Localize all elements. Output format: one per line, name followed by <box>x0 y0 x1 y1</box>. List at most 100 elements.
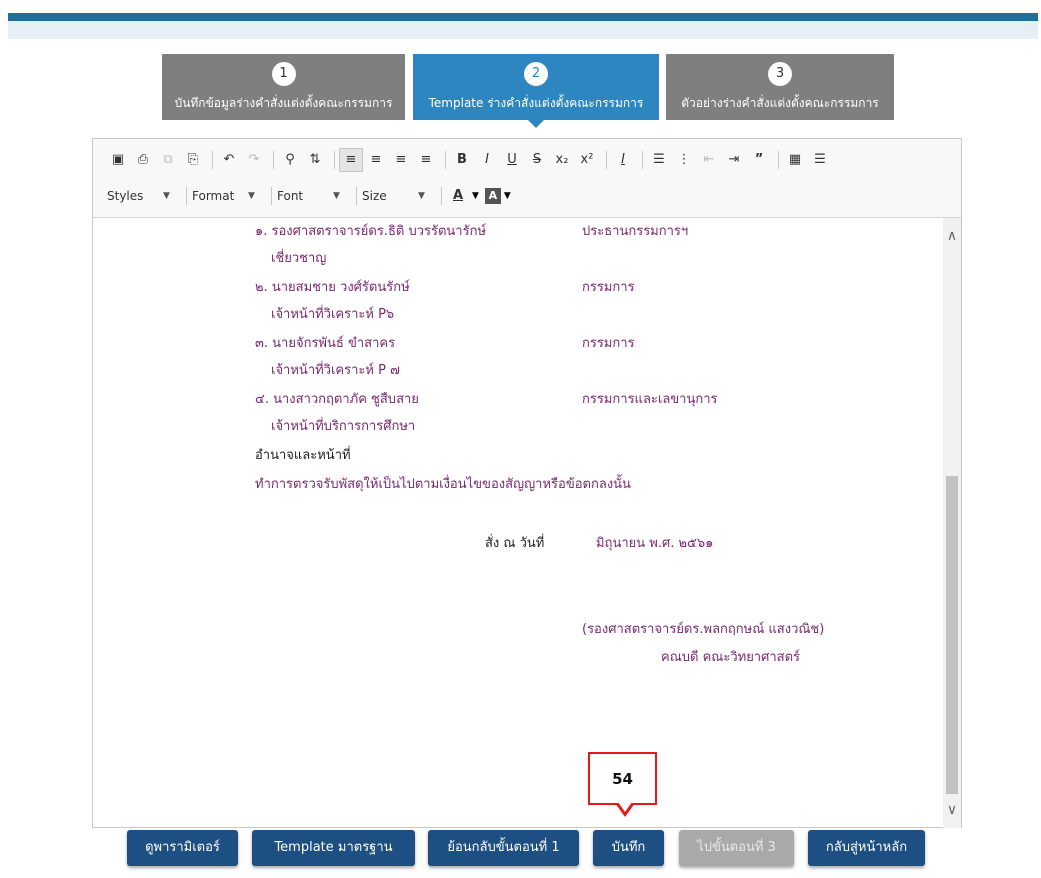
chevron-down-icon: ▼ <box>503 191 511 201</box>
styles-label: Styles <box>107 189 144 203</box>
paste-icon[interactable]: ⎘ <box>182 149 204 171</box>
callout-tail-inner <box>618 802 632 812</box>
member-1-role: ประธานกรรมการฯ <box>582 224 689 239</box>
subscript-icon[interactable]: x₂ <box>551 149 573 171</box>
toolbar-separator <box>273 151 274 169</box>
align-center-icon[interactable]: ≡ <box>365 149 387 171</box>
signer-name: (รองศาสตราจารย์ดร.พลกฤกษณ์ แสงวณิช) <box>582 622 825 637</box>
chevron-down-icon: ▼ <box>248 191 255 201</box>
editor-content[interactable]: ๑. รองศาสตราจารย์ดร.ธิติ บวรรัตนารักษ์ ป… <box>93 218 943 826</box>
step-1-label: บันทึกข้อมูลร่างคำสั่งแต่งตั้งคณะกรรมการ <box>174 96 393 110</box>
step-2-label: Template ร่างคำสั่งแต่งตั้งคณะกรรมการ <box>428 96 644 110</box>
editor-scrollbar[interactable]: ∧ ∨ <box>943 218 961 828</box>
chevron-down-icon[interactable]: ∨ <box>943 802 961 818</box>
toolbar-separator <box>271 187 272 205</box>
find-icon[interactable]: ⚲ <box>279 149 301 171</box>
member-3-role: กรรมการ <box>582 336 635 351</box>
rich-text-editor: ▣ ⎙ ⧉ ⎘ ↶ ↷ ⚲ ⇅ ≡ ≡ ≡ ≡ B I U S x₂ x² I … <box>92 138 962 828</box>
chevron-down-icon: ▼ <box>418 191 425 201</box>
action-buttons: ดูพารามิเตอร์ Template มาตรฐาน ย้อนกลับข… <box>0 830 1041 870</box>
step-1-tab[interactable]: 1 บันทึกข้อมูลร่างคำสั่งแต่งตั้งคณะกรรมก… <box>162 54 405 120</box>
duties-text: ทำการตรวจรับพัสดุให้เป็นไปตามเงื่อนไขของ… <box>255 477 631 492</box>
step-1-number: 1 <box>271 62 296 86</box>
undo-icon[interactable]: ↶ <box>218 149 240 171</box>
align-right-icon[interactable]: ≡ <box>390 149 412 171</box>
strike-icon[interactable]: S <box>526 149 548 171</box>
toolbar-separator <box>445 151 446 169</box>
scrollbar-thumb[interactable] <box>946 476 958 794</box>
save-button[interactable]: บันทึก <box>593 830 664 866</box>
order-date-value: มิถุนายน พ.ศ. ๒๕๖๑ <box>596 536 714 551</box>
member-3-name: ๓. นายจักรพันธ์ ขำสาคร <box>255 336 396 351</box>
wizard-steps: 1 บันทึกข้อมูลร่างคำสั่งแต่งตั้งคณะกรรมก… <box>0 54 1041 134</box>
member-2-position: เจ้าหน้าที่วิเคราะห์ P๖ <box>271 307 395 322</box>
table-icon[interactable]: ▦ <box>784 149 806 171</box>
member-3-position: เจ้าหน้าที่วิเคราะห์ P ๗ <box>271 363 400 378</box>
styles-dropdown[interactable]: Styles ▼ <box>107 189 181 203</box>
step-3-tab[interactable]: 3 ตัวอย่างร่างคำสั่งแต่งตั้งคณะกรรมการ <box>666 54 894 120</box>
chevron-down-icon: ▼ <box>333 191 340 201</box>
format-label: Format <box>192 189 235 203</box>
member-1-position: เชี่ยวชาญ <box>271 251 327 266</box>
step-3-number: 3 <box>768 62 792 86</box>
back-step-1-button[interactable]: ย้อนกลับขั้นตอนที่ 1 <box>428 830 579 866</box>
next-step-3-button[interactable]: ไปขั้นตอนที่ 3 <box>679 830 794 866</box>
size-dropdown[interactable]: Size ▼ <box>362 189 436 203</box>
print-icon[interactable]: ⎙ <box>132 149 154 171</box>
standard-template-button[interactable]: Template มาตรฐาน <box>252 830 415 866</box>
show-blocks-icon[interactable]: ☰ <box>809 149 831 171</box>
back-home-button[interactable]: กลับสู่หน้าหลัก <box>808 830 925 866</box>
font-dropdown[interactable]: Font ▼ <box>277 189 351 203</box>
bg-color-icon[interactable]: A <box>484 188 501 204</box>
top-header-strip <box>8 21 1038 39</box>
numbered-list-icon[interactable]: ☰ <box>648 149 670 171</box>
top-header-bar <box>8 13 1038 21</box>
chevron-down-icon: ▼ <box>163 191 170 201</box>
bold-icon[interactable]: B <box>451 149 473 171</box>
remove-format-icon[interactable]: I <box>612 149 634 171</box>
chevron-down-icon: ▼ <box>472 191 479 201</box>
order-date-label: สั่ง ณ วันที่ <box>485 536 545 551</box>
member-4-role: กรรมการและเลขานุการ <box>582 392 718 407</box>
bulleted-list-icon[interactable]: ⋮ <box>673 149 695 171</box>
toolbar-separator <box>606 151 607 169</box>
font-label: Font <box>277 189 304 203</box>
duties-heading: อำนาจและหน้าที่ <box>255 448 351 463</box>
member-4-position: เจ้าหน้าที่บริการการศึกษา <box>271 419 416 434</box>
signer-title: คณบดี คณะวิทยาศาสตร์ <box>661 650 801 665</box>
size-label: Size <box>362 189 387 203</box>
toolbar-separator <box>212 151 213 169</box>
toolbar-separator <box>642 151 643 169</box>
editor-toolbar: ▣ ⎙ ⧉ ⎘ ↶ ↷ ⚲ ⇅ ≡ ≡ ≡ ≡ B I U S x₂ x² I … <box>93 139 961 218</box>
toolbar-separator <box>356 187 357 205</box>
replace-icon[interactable]: ⇅ <box>304 149 326 171</box>
toolbar-separator <box>334 151 335 169</box>
toolbar-separator <box>186 187 187 205</box>
step-3-label: ตัวอย่างร่างคำสั่งแต่งตั้งคณะกรรมการ <box>681 96 879 110</box>
member-4-name: ๔. นางสาวกฤตาภัค ชูสืบสาย <box>255 392 419 407</box>
member-1-name: ๑. รองศาสตราจารย์ดร.ธิติ บวรรัตนารักษ์ <box>255 224 487 239</box>
callout-badge: 54 <box>588 752 657 805</box>
text-color-icon[interactable]: A <box>447 185 469 207</box>
step-2-number: 2 <box>524 62 548 86</box>
superscript-icon[interactable]: x² <box>576 149 598 171</box>
indent-icon[interactable]: ⇥ <box>723 149 745 171</box>
outdent-icon[interactable]: ⇤ <box>698 149 720 171</box>
italic-icon[interactable]: I <box>476 149 498 171</box>
member-2-role: กรรมการ <box>582 280 635 295</box>
member-2-name: ๒. นายสมชาย วงศ์รัตนรักษ์ <box>255 280 410 295</box>
view-parameters-button[interactable]: ดูพารามิเตอร์ <box>127 830 238 866</box>
align-left-icon[interactable]: ≡ <box>339 148 363 172</box>
blockquote-icon[interactable]: ” <box>748 149 770 171</box>
justify-icon[interactable]: ≡ <box>415 149 437 171</box>
step-2-tab[interactable]: 2 Template ร่างคำสั่งแต่งตั้งคณะกรรมการ <box>413 54 659 128</box>
format-dropdown[interactable]: Format ▼ <box>192 189 266 203</box>
active-step-caret <box>527 119 545 128</box>
copy-icon[interactable]: ⧉ <box>157 149 179 171</box>
redo-icon[interactable]: ↷ <box>243 149 265 171</box>
preview-icon[interactable]: ▣ <box>107 149 129 171</box>
toolbar-separator <box>441 187 442 205</box>
toolbar-separator <box>778 151 779 169</box>
underline-icon[interactable]: U <box>501 149 523 171</box>
chevron-up-icon[interactable]: ∧ <box>943 228 961 244</box>
